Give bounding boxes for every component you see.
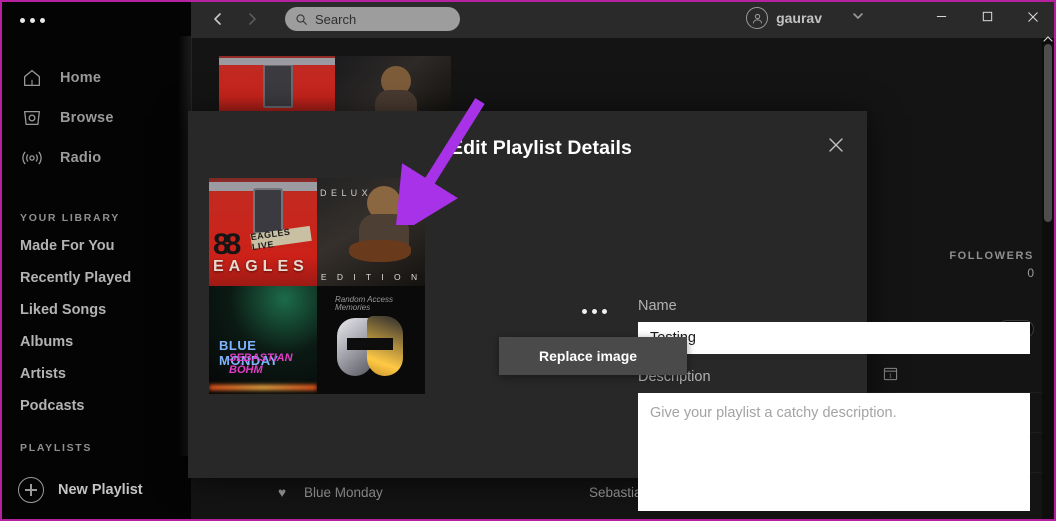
- decor-visor: [347, 338, 393, 350]
- followers-label: FOLLOWERS: [949, 250, 1034, 262]
- cover-tile-eagles: 88 EAGLES LIVE EAGLES: [209, 178, 317, 286]
- replace-image-menu-item[interactable]: Replace image: [499, 337, 687, 375]
- svg-text:1: 1: [889, 373, 892, 379]
- minimize-button[interactable]: [919, 0, 963, 33]
- bg-art-tile-clapton: [335, 56, 451, 114]
- library-section-header: YOUR LIBRARY: [20, 212, 120, 224]
- plus-circle-icon: [18, 477, 44, 503]
- maximize-button[interactable]: [965, 0, 1009, 33]
- cover-tile-footer: E D I T I O N: [320, 272, 422, 282]
- bg-art-tile-eagles: [219, 56, 335, 114]
- sidebar-item-albums[interactable]: Albums: [0, 326, 191, 358]
- cover-tile-blue-monday: BLUE MONDAY SEBASTIAN BÖHM: [209, 286, 317, 394]
- dot: [582, 309, 587, 314]
- dot: [20, 18, 25, 23]
- edit-playlist-details-dialog: Edit Playlist Details 88 EAGLES LIVE EAG…: [188, 111, 1030, 511]
- primary-navigation: Home Browse Radio: [0, 58, 191, 178]
- dot: [30, 18, 35, 23]
- user-name: gaurav: [776, 10, 822, 26]
- cover-tile-clapton: D E L U X E D I T I O N: [317, 178, 425, 286]
- name-field-label: Name: [638, 298, 677, 314]
- page-title: Edit Playlist Details: [450, 137, 632, 159]
- back-navigation-icon[interactable]: [203, 4, 233, 34]
- search-input[interactable]: Search: [285, 7, 460, 31]
- vertical-scrollbar-thumb[interactable]: [1044, 44, 1052, 222]
- cover-tile-daft-punk: Random Access Memories: [317, 286, 425, 394]
- cover-tile-title: EAGLES: [213, 258, 309, 275]
- cover-tile-line2: SEBASTIAN BÖHM: [229, 352, 293, 376]
- user-account-menu[interactable]: gaurav: [746, 7, 866, 29]
- left-sidebar: Home Browse Radio YOUR LIBRARY Made For …: [0, 0, 191, 521]
- sidebar-item-podcasts[interactable]: Podcasts: [0, 390, 191, 422]
- background-playlist-artwork: [219, 56, 451, 114]
- home-icon: [20, 66, 44, 90]
- cover-tile-logo: 88: [213, 228, 241, 261]
- followers-block: FOLLOWERS 0: [949, 250, 1034, 280]
- browse-icon: [20, 106, 44, 130]
- sidebar-item-liked-songs[interactable]: Liked Songs: [0, 294, 191, 326]
- cover-tile-side-letters: D E L U X: [320, 188, 369, 198]
- sidebar-item-label: Browse: [60, 110, 114, 126]
- cover-tile-tape-text: EAGLES LIVE: [250, 225, 312, 252]
- playlist-cover-image[interactable]: 88 EAGLES LIVE EAGLES D E L U X E D I T …: [209, 178, 425, 394]
- dot: [592, 309, 597, 314]
- scroll-up-icon[interactable]: [1042, 34, 1054, 47]
- playlist-description-input[interactable]: [638, 393, 1030, 511]
- sidebar-item-label: Liked Songs: [20, 302, 107, 318]
- sidebar-item-label: Home: [60, 70, 102, 86]
- sidebar-item-label: Albums: [20, 334, 74, 350]
- user-avatar-icon: [746, 7, 769, 29]
- new-playlist-button[interactable]: New Playlist: [0, 459, 191, 521]
- heart-icon[interactable]: ♥: [260, 485, 304, 500]
- more-horizontal-icon[interactable]: [20, 18, 45, 23]
- dot: [602, 309, 607, 314]
- calendar-icon: 1: [883, 366, 898, 386]
- sidebar-item-label: Podcasts: [20, 398, 85, 414]
- window-controls: [918, 0, 1056, 33]
- playlists-section-header: PLAYLISTS: [20, 442, 93, 454]
- sidebar-item-radio[interactable]: Radio: [0, 138, 191, 178]
- radio-icon: [20, 146, 44, 170]
- sidebar-item-label: Radio: [60, 150, 102, 166]
- followers-count: 0: [1027, 266, 1034, 280]
- close-button[interactable]: [1011, 0, 1055, 33]
- more-horizontal-icon[interactable]: [582, 309, 607, 314]
- library-section: YOUR LIBRARY Made For You Recently Playe…: [0, 190, 191, 478]
- track-title: Blue Monday: [304, 485, 383, 500]
- sidebar-item-recently-played[interactable]: Recently Played: [0, 262, 191, 294]
- close-icon[interactable]: [823, 132, 849, 158]
- decor-glow: [209, 385, 317, 390]
- sidebar-item-label: Made For You: [20, 238, 115, 254]
- playlist-name-input[interactable]: [638, 322, 1030, 354]
- sidebar-item-label: Artists: [20, 366, 66, 382]
- search-icon: [295, 13, 308, 26]
- sidebar-item-made-for-you[interactable]: Made For You: [0, 230, 191, 262]
- sidebar-item-label: Recently Played: [20, 270, 132, 286]
- spotify-desktop-window: FOLLOWERS 0 Download 1 ♥ 2 hours ago: [0, 0, 1056, 521]
- sidebar-item-artists[interactable]: Artists: [0, 358, 191, 390]
- cover-tile-signature: Random Access Memories: [335, 295, 393, 312]
- dot: [40, 18, 45, 23]
- sidebar-item-browse[interactable]: Browse: [0, 98, 191, 138]
- new-playlist-label: New Playlist: [58, 482, 143, 498]
- decor-guitar: [349, 240, 411, 262]
- chevron-down-icon[interactable]: [850, 8, 866, 29]
- replace-image-label: Replace image: [539, 348, 638, 364]
- forward-navigation-icon[interactable]: [237, 4, 267, 34]
- sidebar-item-home[interactable]: Home: [0, 58, 191, 98]
- search-placeholder: Search: [315, 11, 357, 27]
